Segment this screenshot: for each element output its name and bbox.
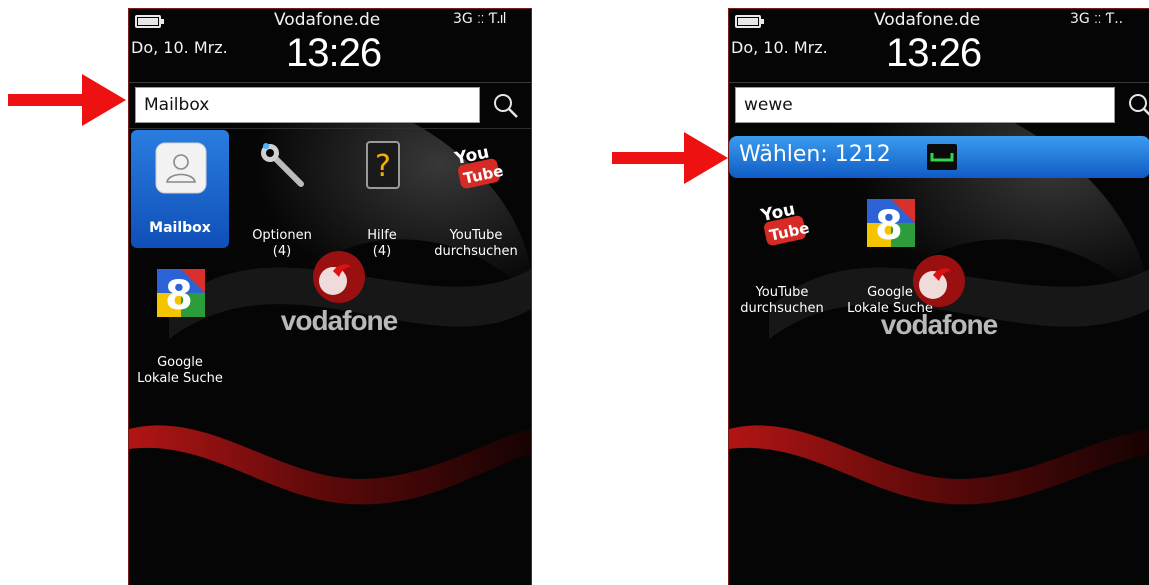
vodafone-logo: vodafone: [269, 245, 409, 345]
network-type: 3G: [1070, 11, 1090, 27]
universal-search-row: [129, 85, 531, 129]
app-youtube[interactable]: You Tube YouTube durchsuchen: [733, 187, 831, 316]
phone-screen-right: Do, 10. Mrz. Vodafone.de 13:26 3G ⁚⁚ Ƭ..…: [728, 8, 1149, 585]
svg-text:?: ?: [375, 149, 391, 184]
app-mailbox[interactable]: Mailbox: [131, 130, 229, 248]
signal-icon: Ƭ..: [1105, 11, 1124, 27]
carrier-name: Vodafone.de: [874, 10, 981, 30]
app-optionen[interactable]: Optionen (4): [233, 130, 331, 259]
youtube-icon: You Tube: [452, 142, 503, 189]
status-date: Do, 10. Mrz.: [731, 38, 828, 57]
phone-call-icon: [927, 144, 957, 170]
carrier-name: Vodafone.de: [274, 10, 381, 30]
status-bar: Do, 10. Mrz. Vodafone.de 13:26 3G ⁚⁚ Ƭ.ı…: [129, 9, 531, 81]
youtube-icon: You Tube: [758, 199, 809, 246]
svg-text:8: 8: [165, 273, 193, 319]
network-type: 3G: [453, 11, 473, 27]
signal-icon: Ƭ.ıl: [488, 11, 507, 27]
contact-icon: [155, 142, 207, 194]
dial-label: Wählen: 1212: [739, 142, 891, 167]
app-label: Google Lokale Suche: [137, 355, 223, 386]
divider: [729, 82, 1149, 83]
vodafone-logo: vodafone: [869, 249, 1009, 349]
red-arrow-right: [612, 132, 728, 184]
app-hilfe[interactable]: ? Hilfe (4): [333, 130, 431, 259]
status-bar: Do, 10. Mrz. Vodafone.de 13:26 3G ⁚⁚ Ƭ..: [729, 9, 1149, 81]
app-youtube[interactable]: You Tube YouTube durchsuchen: [427, 130, 525, 259]
search-icon[interactable]: [491, 91, 519, 119]
divider: [129, 128, 531, 129]
phone-screen-left: Do, 10. Mrz. Vodafone.de 13:26 3G ⁚⁚ Ƭ.ı…: [128, 8, 532, 585]
battery-icon: [735, 15, 764, 28]
vodafone-speechmark-icon: [913, 255, 965, 307]
network-indicator: 3G ⁚⁚ Ƭ.ıl: [453, 11, 507, 27]
svg-text:8: 8: [875, 203, 903, 249]
search-input[interactable]: [735, 87, 1115, 123]
universal-search-row: [729, 85, 1149, 129]
bbm-icon: ⁚⁚: [1094, 13, 1102, 26]
divider: [129, 82, 531, 83]
network-indicator: 3G ⁚⁚ Ƭ..: [1070, 11, 1123, 27]
help-icon: ?: [366, 141, 400, 189]
vodafone-speechmark-icon: [313, 251, 365, 303]
vodafone-wordmark: vodafone: [880, 309, 998, 340]
status-clock: 13:26: [886, 31, 982, 75]
red-arrow-left: [8, 74, 126, 126]
vodafone-wordmark: vodafone: [280, 305, 398, 336]
status-date: Do, 10. Mrz.: [131, 38, 228, 57]
bbm-icon: ⁚⁚: [477, 13, 485, 26]
battery-icon: [135, 15, 164, 28]
status-clock: 13:26: [286, 31, 382, 75]
app-google-local[interactable]: 8 Google Lokale Suche: [131, 257, 229, 386]
wrench-icon: [261, 143, 304, 187]
search-input[interactable]: [135, 87, 480, 123]
app-label: YouTube durchsuchen: [740, 285, 824, 316]
search-icon[interactable]: [1126, 91, 1149, 119]
dial-suggestion[interactable]: Wählen: 1212: [729, 136, 1149, 178]
app-label: Mailbox: [149, 220, 211, 236]
app-label: YouTube durchsuchen: [434, 228, 518, 259]
google-local-icon: 8: [867, 199, 915, 249]
google-local-icon: 8: [157, 269, 205, 319]
